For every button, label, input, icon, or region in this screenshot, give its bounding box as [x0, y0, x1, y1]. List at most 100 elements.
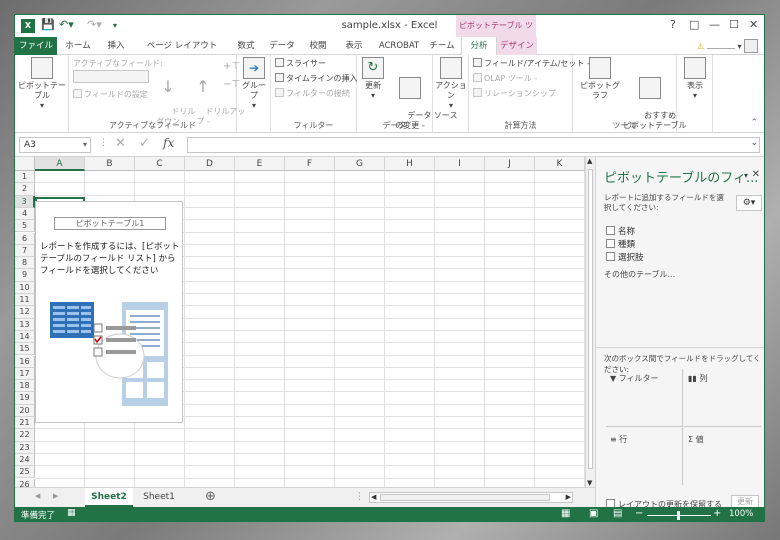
page-break-view-icon[interactable]: ▤ — [613, 508, 622, 519]
pane-layout-gear-icon[interactable]: ⚙▾ — [736, 195, 762, 211]
zoom-out-icon[interactable]: − — [635, 508, 643, 519]
row-header[interactable]: 9 — [15, 269, 35, 282]
row-header[interactable]: 10 — [15, 281, 35, 294]
horizontal-scrollbar[interactable]: ◀ ▶ — [369, 492, 573, 503]
formula-input[interactable] — [187, 137, 760, 153]
zoom-in-icon[interactable]: + — [713, 508, 721, 519]
row-header[interactable]: 12 — [15, 306, 35, 319]
close-button[interactable]: ✕ — [749, 18, 758, 31]
collapse-ribbon-icon[interactable]: ⌃ — [750, 118, 758, 128]
relationships-button[interactable]: リレーションシップ — [473, 88, 556, 99]
maximize-button[interactable]: ☐ — [729, 18, 739, 31]
tab-insert[interactable]: 挿入 — [99, 37, 133, 55]
row-header[interactable]: 19 — [15, 392, 35, 405]
row-header[interactable]: 11 — [15, 294, 35, 307]
expand-formula-icon[interactable]: ⌄ — [750, 138, 758, 148]
row-header[interactable]: 7 — [15, 244, 35, 258]
row-header[interactable]: 21 — [15, 417, 35, 430]
action-button[interactable]: アクション ▾ — [435, 57, 467, 111]
tab-file[interactable]: ファイル — [15, 37, 57, 55]
tab-view[interactable]: 表示 — [337, 37, 371, 55]
minimize-button[interactable]: — — [709, 18, 720, 31]
scroll-left-icon[interactable]: ◀ — [371, 493, 376, 501]
show-button[interactable]: 表示 ▾ — [679, 57, 711, 101]
splitter-icon[interactable]: ⋮ — [355, 492, 364, 502]
row-header[interactable]: 23 — [15, 441, 35, 454]
field-checkbox[interactable] — [606, 239, 615, 248]
user-dropdown-icon[interactable]: ▾ — [737, 42, 741, 51]
field-item[interactable]: 種類 — [606, 238, 635, 250]
field-item[interactable]: 選択肢 — [606, 251, 644, 263]
row-header[interactable]: 16 — [15, 355, 35, 368]
add-sheet-icon[interactable]: ⊕ — [205, 489, 216, 504]
row-header[interactable]: 22 — [15, 429, 35, 442]
field-checkbox[interactable] — [606, 226, 615, 235]
pane-options-dropdown-icon[interactable]: ▾ — [744, 171, 748, 180]
tab-data[interactable]: データ — [265, 37, 299, 55]
column-header[interactable]: A — [35, 157, 85, 171]
name-box-dropdown-icon[interactable]: ▾ — [83, 138, 87, 152]
scroll-up-icon[interactable]: ▲ — [587, 157, 592, 165]
tab-review[interactable]: 校閲 — [301, 37, 335, 55]
cancel-icon[interactable]: ✕ — [115, 136, 126, 151]
worksheet-grid[interactable]: ABCDEFGHIJK 1 2 3 4 5 6 7 8 9 10 11 12 13 14 15 16 17 18 1… — [15, 157, 585, 487]
column-header[interactable]: E — [235, 157, 285, 171]
tab-team[interactable]: チーム — [425, 37, 459, 55]
scroll-down-icon[interactable]: ▼ — [587, 479, 592, 487]
slicer-button[interactable]: スライサー — [275, 58, 326, 69]
pane-close-icon[interactable]: ✕ — [752, 169, 760, 180]
insert-function-icon[interactable]: fx — [163, 136, 174, 150]
row-header[interactable]: 15 — [15, 343, 35, 356]
more-tables-link[interactable]: その他のテーブル... — [604, 269, 675, 280]
pivotchart-button[interactable]: ピボットグラフ — [577, 57, 623, 101]
column-header[interactable]: D — [185, 157, 235, 171]
column-header[interactable]: G — [335, 157, 385, 171]
rows-area[interactable]: ≡ 行 — [606, 428, 683, 485]
row-header[interactable]: 24 — [15, 453, 35, 467]
row-header[interactable]: 1 — [15, 171, 35, 184]
field-settings-button[interactable]: フィールドの設定 — [73, 89, 148, 100]
sheet-tab[interactable]: Sheet1 — [135, 488, 183, 507]
refresh-button[interactable]: ↻ 更新 ▾ — [359, 57, 387, 101]
column-header[interactable]: K — [535, 157, 585, 171]
zoom-slider-thumb[interactable] — [677, 511, 680, 520]
tab-design[interactable]: デザイン — [497, 37, 537, 55]
row-header[interactable]: 2 — [15, 183, 35, 196]
macro-record-icon[interactable]: ▦ — [67, 508, 76, 518]
columns-area[interactable]: ▮▮ 列 — [684, 369, 761, 427]
zoom-level[interactable]: 100% — [729, 509, 753, 519]
tab-analyze[interactable]: 分析 — [461, 37, 497, 55]
field-item[interactable]: 名称 — [606, 225, 635, 237]
scroll-right-icon[interactable]: ▶ — [566, 493, 571, 501]
vertical-scrollbar[interactable]: ▲ ▼ — [585, 157, 595, 487]
page-layout-view-icon[interactable]: ▣ — [589, 508, 598, 519]
row-header[interactable]: 5 — [15, 220, 35, 233]
row-header[interactable]: 13 — [15, 318, 35, 331]
field-checkbox[interactable] — [606, 252, 615, 261]
group-button[interactable]: ➔ グループ ▾ — [239, 57, 269, 111]
select-all-corner[interactable] — [15, 157, 35, 171]
row-header[interactable]: 8 — [15, 257, 35, 270]
sheet-tab-active[interactable]: Sheet2 — [85, 488, 133, 507]
enter-icon[interactable]: ✓ — [139, 136, 150, 151]
timeline-button[interactable]: タイムラインの挿入 — [275, 73, 357, 84]
tab-home[interactable]: ホーム — [61, 37, 95, 55]
column-header[interactable]: H — [385, 157, 435, 171]
vertical-scroll-thumb[interactable] — [588, 169, 593, 469]
tab-formulas[interactable]: 数式 — [229, 37, 263, 55]
column-header[interactable]: J — [485, 157, 535, 171]
row-header[interactable]: 4 — [15, 207, 35, 221]
row-header[interactable]: 3 — [15, 195, 35, 208]
horizontal-scroll-thumb[interactable] — [380, 494, 550, 501]
row-header[interactable]: 14 — [15, 330, 35, 344]
help-button[interactable]: ? — [670, 18, 676, 31]
row-header[interactable]: 20 — [15, 404, 35, 417]
pivottable-button[interactable]: ピボットテーブル ▾ — [17, 57, 67, 111]
column-header[interactable]: F — [285, 157, 335, 171]
avatar[interactable] — [744, 39, 758, 53]
column-header[interactable]: B — [85, 157, 135, 171]
pivottable-placeholder[interactable]: ピボットテーブル1 レポートを作成するには、[ピボットテーブルのフィールド リス… — [35, 201, 183, 423]
name-box[interactable]: A3 ▾ — [19, 137, 91, 153]
row-header[interactable]: 25 — [15, 466, 35, 479]
filter-area[interactable]: ▼ フィルター — [606, 369, 683, 427]
